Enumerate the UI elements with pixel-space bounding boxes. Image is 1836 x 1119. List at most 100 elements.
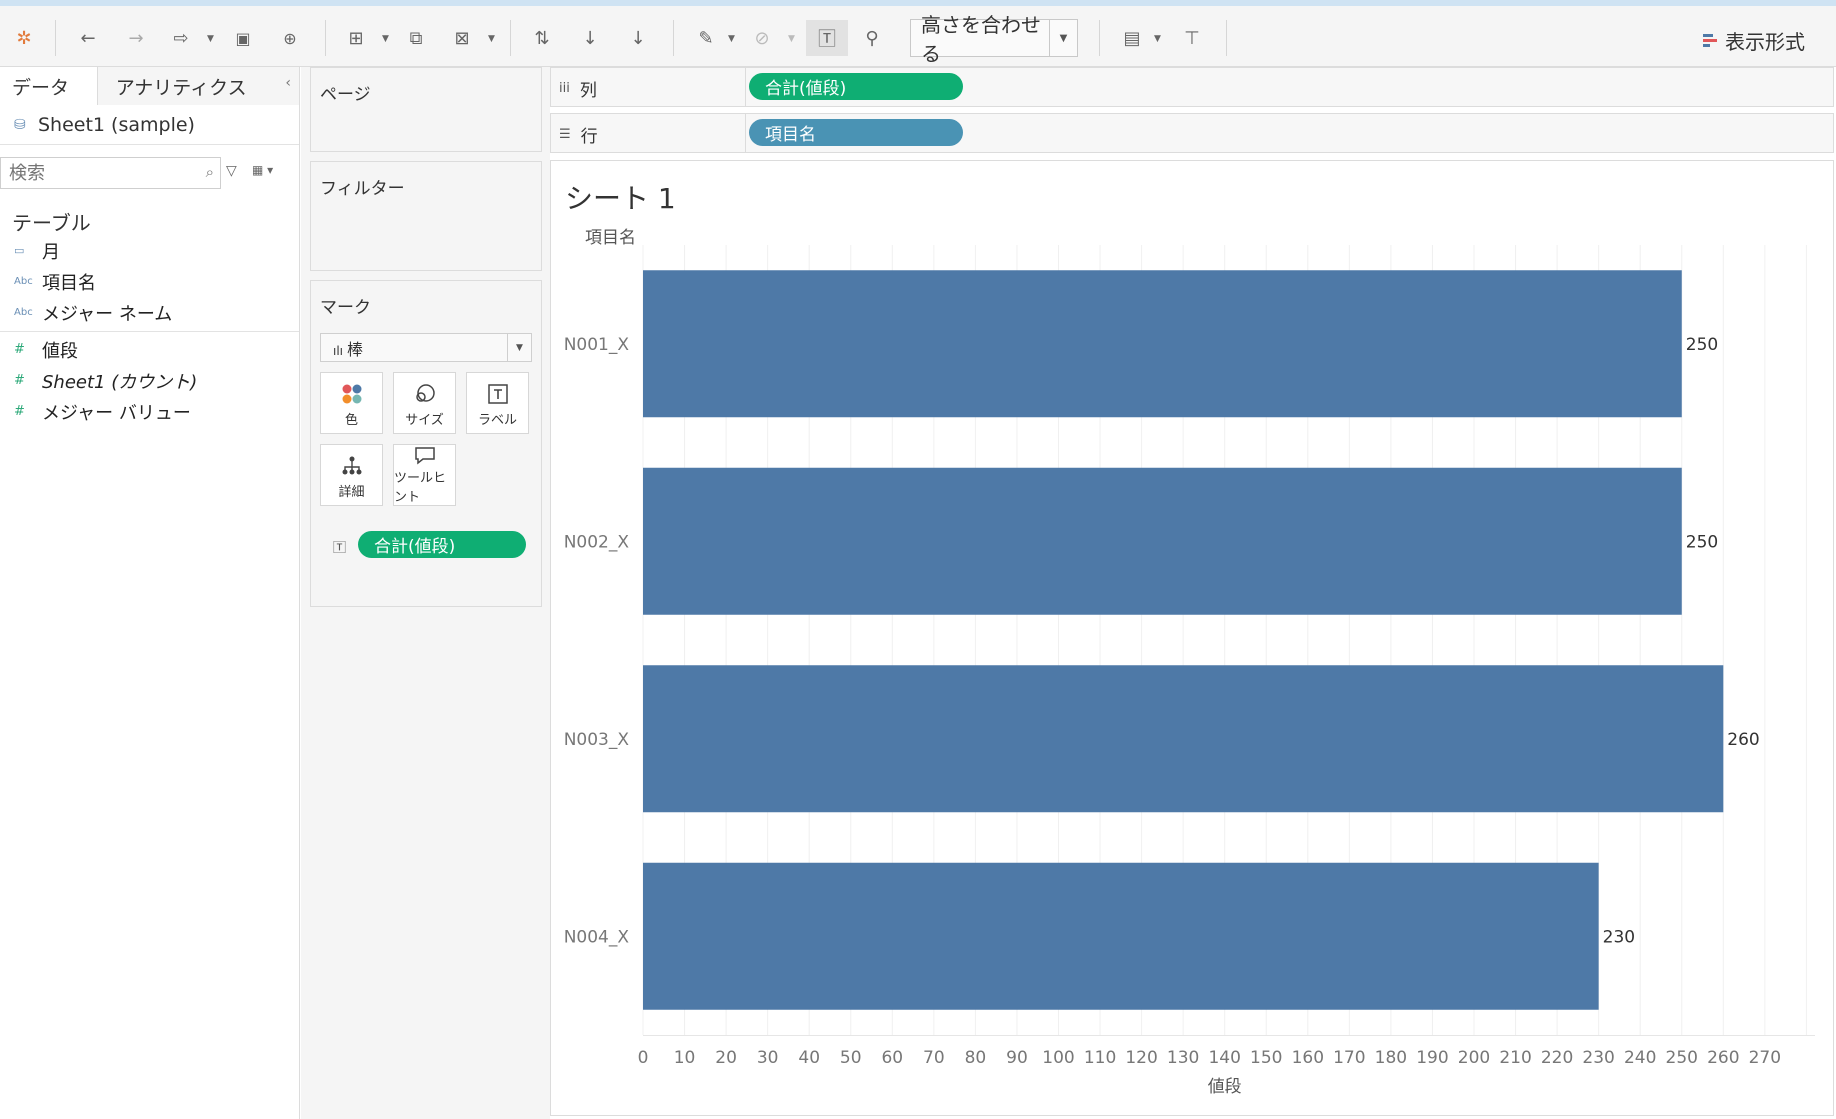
label-pill[interactable]: 合計(値段): [358, 531, 526, 558]
field-label: 項目名: [42, 272, 96, 294]
group-members-icon[interactable]: ⊘: [748, 20, 776, 56]
show-me-icon: [1703, 33, 1717, 48]
columns-icon: iii: [559, 81, 570, 96]
x-tick-label: 90: [1006, 1048, 1028, 1068]
bar-data-label: 250: [1686, 335, 1718, 355]
x-tick-label: 270: [1749, 1048, 1781, 1068]
x-tick-label: 220: [1541, 1048, 1573, 1068]
bar[interactable]: [643, 862, 1599, 1010]
search-box[interactable]: ⌕: [0, 157, 221, 189]
cards-dropdown-icon[interactable]: ▼: [1154, 34, 1161, 44]
collapse-pane-icon[interactable]: ‹: [285, 75, 291, 91]
x-tick-label: 210: [1499, 1048, 1531, 1068]
replay-icon[interactable]: ⇨: [167, 20, 195, 56]
tab-data[interactable]: データ: [0, 67, 98, 105]
toolbar-separator: [510, 20, 511, 56]
toolbar-separator: [1226, 20, 1227, 56]
datasource-label: Sheet1 (sample): [38, 113, 195, 136]
rows-pill[interactable]: 項目名: [749, 119, 963, 146]
filter-icon[interactable]: ▽: [226, 163, 237, 179]
duplicate-sheet-icon[interactable]: ⧉: [402, 20, 430, 56]
bar-chart: N001_X 250 N002_X 250 N003_X 260 N004_X 230 0 10 2…: [564, 245, 1815, 1097]
tableau-logo-icon[interactable]: ✲: [10, 20, 38, 56]
search-icon[interactable]: ⌕: [206, 163, 214, 181]
detail-button-label: 詳細: [338, 484, 365, 500]
replay-dropdown-icon[interactable]: ▼: [207, 34, 214, 44]
cards-pane: ページ フィルター マーク ılı 棒 ▼ 色 サイズ ラベル 詳細 ツールヒン…: [301, 67, 550, 1119]
toolbar-separator: [1099, 20, 1100, 56]
bar[interactable]: [643, 467, 1682, 615]
show-mark-labels-icon[interactable]: 🅃: [806, 20, 848, 56]
x-axis-label: 値段: [1208, 1077, 1242, 1097]
chevron-down-icon[interactable]: ▼: [507, 334, 531, 361]
highlight-dropdown-icon[interactable]: ▼: [728, 34, 735, 44]
swap-rows-columns-icon[interactable]: ⇅: [528, 20, 556, 56]
redo-icon[interactable]: →: [122, 20, 150, 56]
rows-pill-text: 項目名: [765, 125, 816, 145]
columns-shelf[interactable]: iii 列 合計(値段): [550, 67, 1834, 107]
size-button[interactable]: サイズ: [393, 372, 456, 434]
size-icon: [413, 379, 437, 409]
field-item-name[interactable]: Abc 項目名: [0, 266, 299, 297]
field-measure-values[interactable]: # メジャー バリュー: [0, 396, 299, 427]
toolbar-separator: [325, 20, 326, 56]
highlight-icon[interactable]: ✎: [692, 20, 720, 56]
columns-pill[interactable]: 合計(値段): [749, 73, 963, 100]
filters-card[interactable]: フィルター: [310, 161, 542, 271]
chevron-down-icon[interactable]: ▼: [1049, 20, 1077, 56]
x-tick-label: 30: [757, 1048, 779, 1068]
field-label: メジャー バリュー: [42, 402, 191, 424]
color-button[interactable]: 色: [320, 372, 383, 434]
clear-sheet-dropdown-icon[interactable]: ▼: [488, 34, 495, 44]
rows-shelf[interactable]: ☰ 行 項目名: [550, 113, 1834, 153]
mark-type-select[interactable]: ılı 棒 ▼: [320, 333, 532, 362]
show-hide-cards-icon[interactable]: ▤: [1118, 20, 1146, 56]
tooltip-button[interactable]: ツールヒント: [393, 444, 456, 506]
field-price[interactable]: # 値段: [0, 334, 299, 365]
x-tick-label: 130: [1167, 1048, 1199, 1068]
x-tick-label: 40: [798, 1048, 820, 1068]
new-worksheet-icon[interactable]: ⊞: [342, 20, 370, 56]
label-button-label: ラベル: [477, 412, 517, 428]
shelf-divider: [745, 114, 746, 152]
field-sheet1-count[interactable]: # Sheet1 (カウント): [0, 365, 299, 396]
field-month[interactable]: ▭ 月: [0, 235, 299, 266]
toolbar-separator: [673, 20, 674, 56]
bar[interactable]: [643, 665, 1724, 813]
group-dropdown-icon[interactable]: ▼: [788, 34, 795, 44]
undo-icon[interactable]: ←: [74, 20, 102, 56]
abc-icon: Abc: [14, 276, 33, 287]
x-tick-label: 120: [1125, 1048, 1157, 1068]
field-label: 値段: [42, 340, 78, 362]
label-button[interactable]: ラベル: [466, 372, 529, 434]
pages-card[interactable]: ページ: [310, 67, 542, 152]
view-options-icon[interactable]: ▦ ▾: [252, 163, 273, 177]
x-tick-label: 230: [1582, 1048, 1614, 1068]
columns-pill-text: 合計(値段): [765, 79, 847, 99]
save-icon[interactable]: ▣: [229, 20, 257, 56]
size-button-label: サイズ: [405, 412, 444, 428]
bar-chart-icon: ılı: [333, 343, 344, 358]
presentation-mode-icon[interactable]: ⊤: [1178, 20, 1206, 56]
x-tick-label: 240: [1624, 1048, 1656, 1068]
show-me-button[interactable]: 表示形式: [1703, 26, 1805, 55]
datasource-item[interactable]: ⛁ Sheet1 (sample): [0, 105, 299, 145]
x-tick-label: 170: [1333, 1048, 1365, 1068]
filters-card-title: フィルター: [320, 179, 405, 199]
tab-analytics[interactable]: アナリティクス: [97, 67, 299, 105]
new-datasource-icon[interactable]: ⊕: [276, 20, 304, 56]
bar[interactable]: [643, 270, 1682, 418]
field-measure-names[interactable]: Abc メジャー ネーム: [0, 297, 299, 328]
search-input[interactable]: [1, 158, 181, 188]
detail-button[interactable]: 詳細: [320, 444, 383, 506]
x-tick-label: 10: [674, 1048, 696, 1068]
bar-data-label: 230: [1603, 927, 1635, 947]
fix-axes-icon[interactable]: ⚲: [858, 20, 886, 56]
x-tick-label: 20: [715, 1048, 737, 1068]
fit-select[interactable]: 高さを合わせる ▼: [910, 13, 1078, 66]
sort-descending-icon[interactable]: ↓: [624, 20, 652, 56]
clear-sheet-icon[interactable]: ⊠: [448, 20, 476, 56]
x-tick-label: 60: [881, 1048, 903, 1068]
new-worksheet-dropdown-icon[interactable]: ▼: [382, 34, 389, 44]
sort-ascending-icon[interactable]: ↓: [576, 20, 604, 56]
